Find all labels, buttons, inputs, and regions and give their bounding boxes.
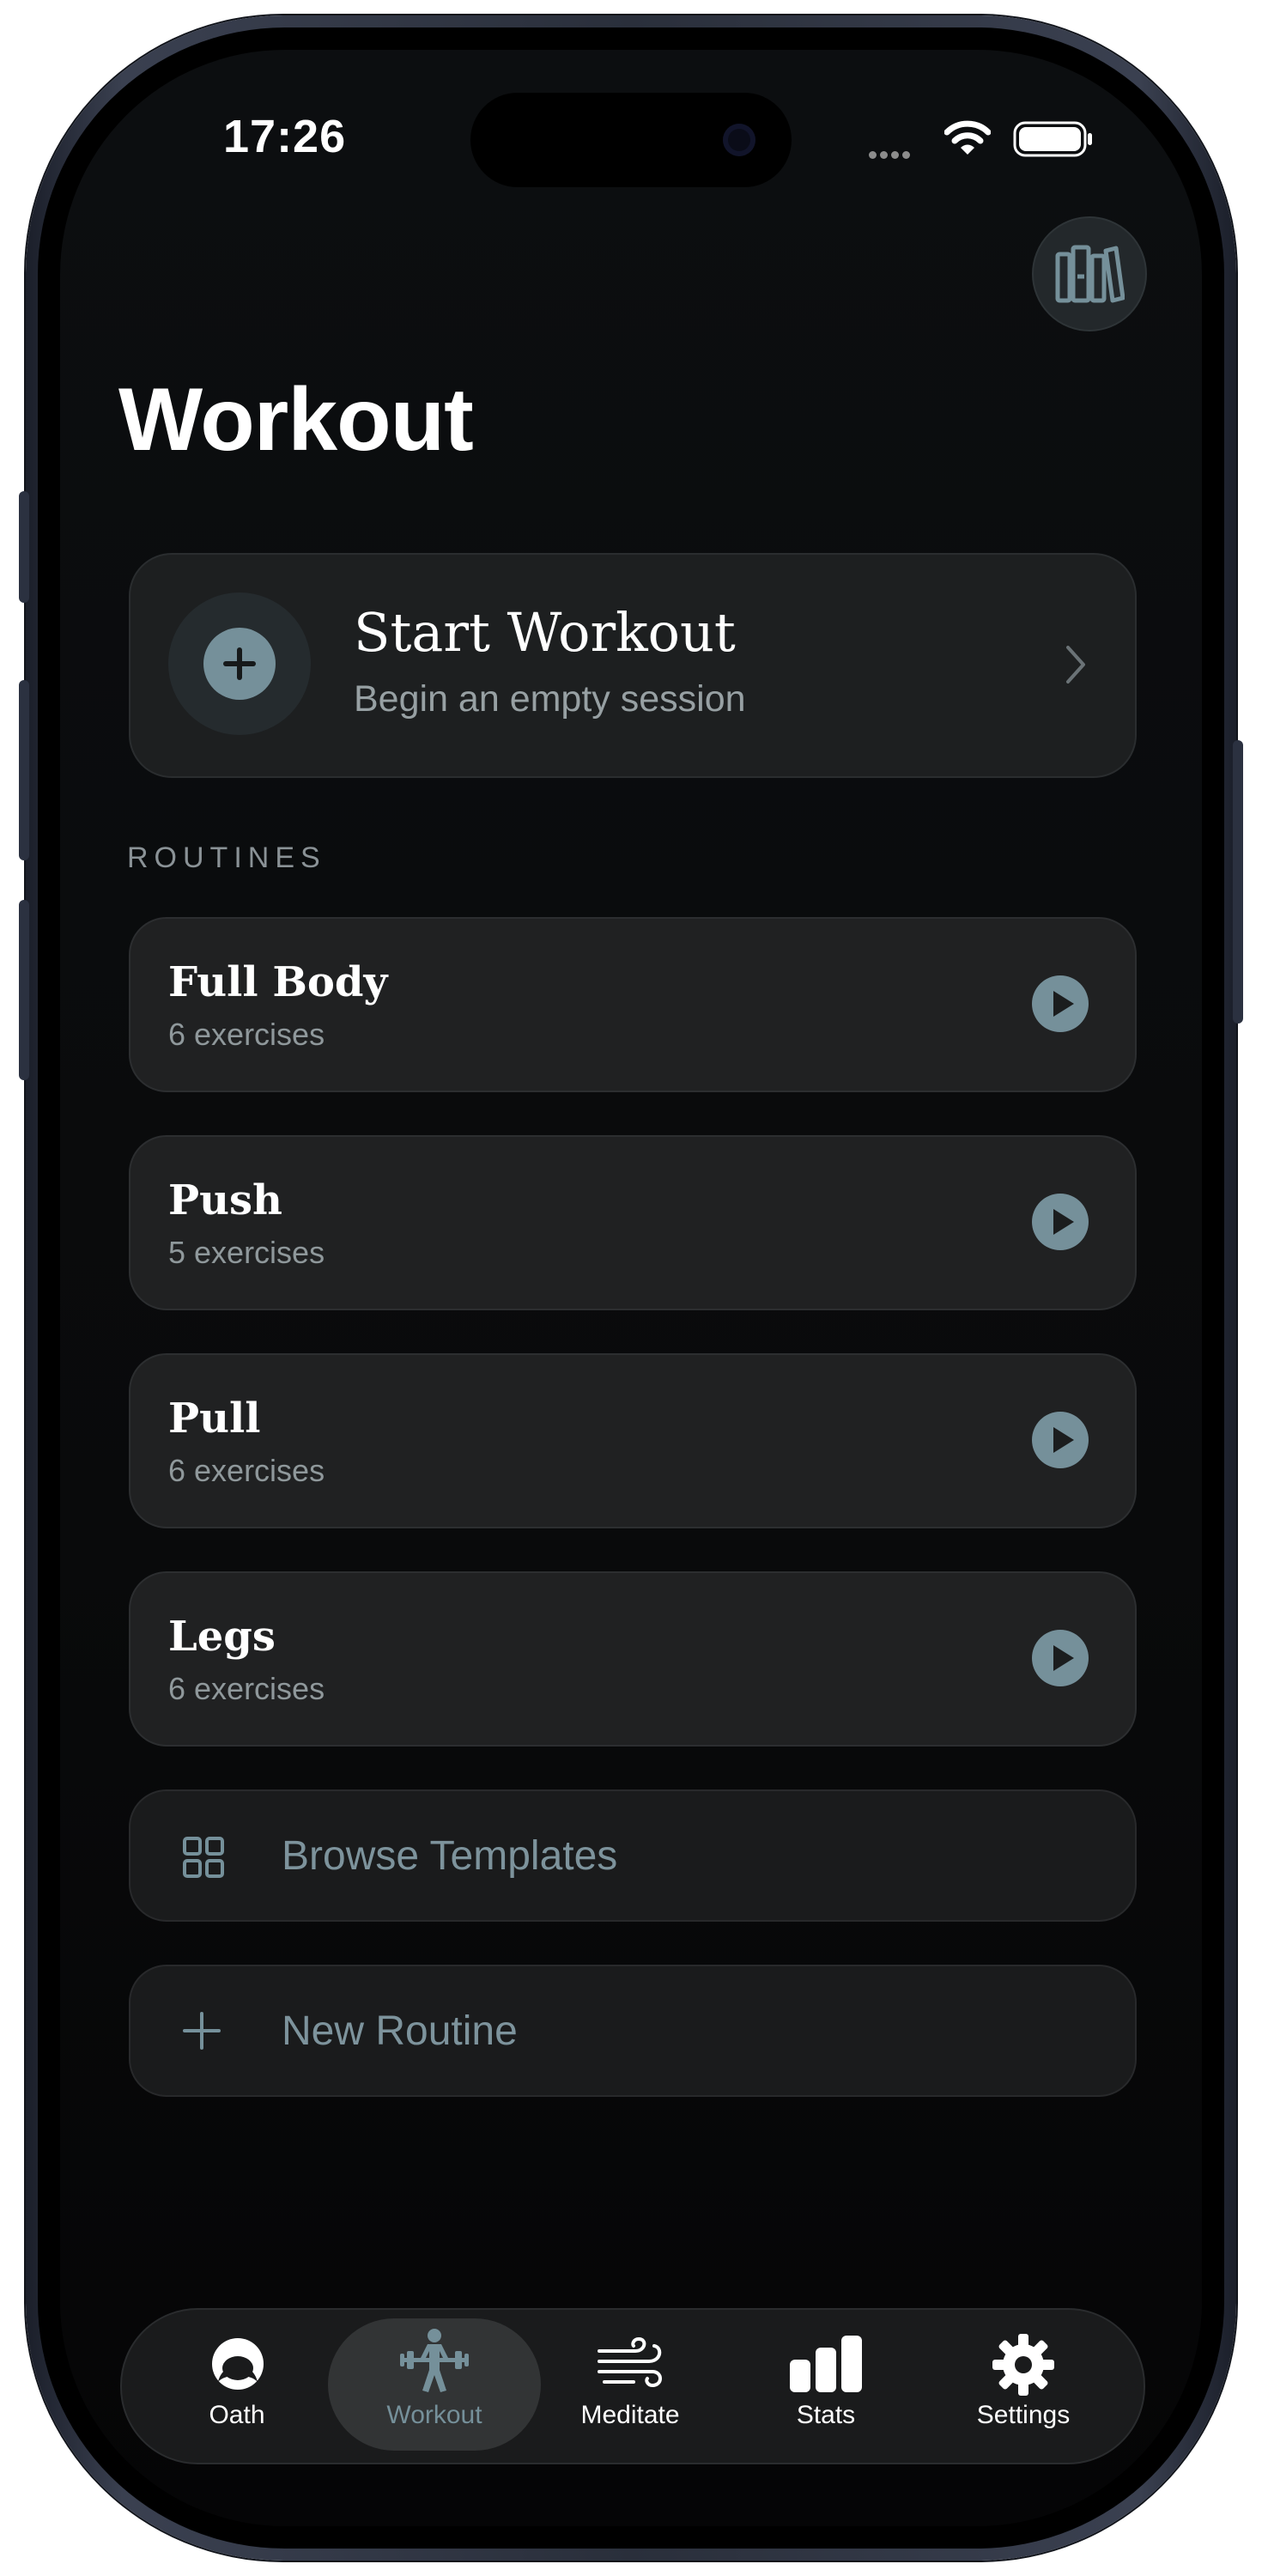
- power-button: [1233, 740, 1243, 1024]
- tab-oath[interactable]: [151, 2318, 323, 2451]
- tab-stats[interactable]: [740, 2318, 912, 2451]
- play-icon[interactable]: [1032, 1630, 1089, 1686]
- tab-workout-label: Workout: [386, 2401, 482, 2429]
- cellular-signal-icon: [869, 148, 913, 163]
- routine-name: Full Body: [168, 958, 388, 1006]
- routine-exercise-count: 6 exercises: [168, 1453, 325, 1488]
- status-time: 17:26: [223, 111, 347, 162]
- camera-icon: [723, 124, 755, 156]
- action-button: [19, 491, 29, 603]
- volume-down-button: [19, 900, 29, 1080]
- gear-icon: [992, 2334, 1054, 2396]
- start-workout-subtitle: Begin an empty session: [354, 678, 746, 720]
- routine-name: Push: [168, 1176, 282, 1224]
- wifi-icon: [944, 120, 991, 155]
- tab-settings-label: Settings: [976, 2401, 1071, 2429]
- routines-section-label: ROUTINES: [127, 841, 326, 874]
- start-workout-title: Start Workout: [354, 601, 736, 664]
- routine-name: Legs: [168, 1613, 276, 1661]
- battery-icon: [1013, 121, 1092, 157]
- play-icon[interactable]: [1032, 975, 1089, 1032]
- library-button[interactable]: [1032, 216, 1147, 331]
- chevron-right-icon: [1066, 646, 1085, 683]
- tab-oath-label: Oath: [209, 2401, 265, 2429]
- plus-icon: [183, 2012, 221, 2050]
- tab-workout[interactable]: [349, 2318, 520, 2451]
- tab-meditate[interactable]: [544, 2318, 716, 2451]
- page-title: Workout: [118, 370, 474, 470]
- routine-exercise-count: 6 exercises: [168, 1017, 325, 1052]
- routine-exercise-count: 6 exercises: [168, 1671, 325, 1706]
- oath-icon: [212, 2338, 264, 2390]
- volume-up-button: [19, 680, 29, 860]
- tab-stats-label: Stats: [796, 2401, 856, 2429]
- new-routine-label: New Routine: [282, 2008, 518, 2054]
- routine-card-legs[interactable]: [129, 1571, 1137, 1747]
- wind-icon: [598, 2337, 662, 2388]
- play-icon[interactable]: [1032, 1412, 1089, 1468]
- browse-templates-label: Browse Templates: [282, 1833, 618, 1879]
- routine-exercise-count: 5 exercises: [168, 1235, 325, 1270]
- browse-templates-button[interactable]: [129, 1789, 1137, 1922]
- plus-circle-icon: [203, 628, 276, 700]
- new-routine-button[interactable]: [129, 1965, 1137, 2097]
- routine-card-pull[interactable]: [129, 1353, 1137, 1528]
- tab-meditate-label: Meditate: [580, 2401, 680, 2429]
- routine-name: Pull: [168, 1394, 261, 1443]
- grid-icon: [183, 1837, 224, 1878]
- bar-chart-icon: [790, 2336, 862, 2392]
- tab-settings[interactable]: [937, 2318, 1109, 2451]
- weightlifter-icon: [400, 2329, 469, 2392]
- books-icon: [1055, 245, 1125, 303]
- play-icon[interactable]: [1032, 1194, 1089, 1250]
